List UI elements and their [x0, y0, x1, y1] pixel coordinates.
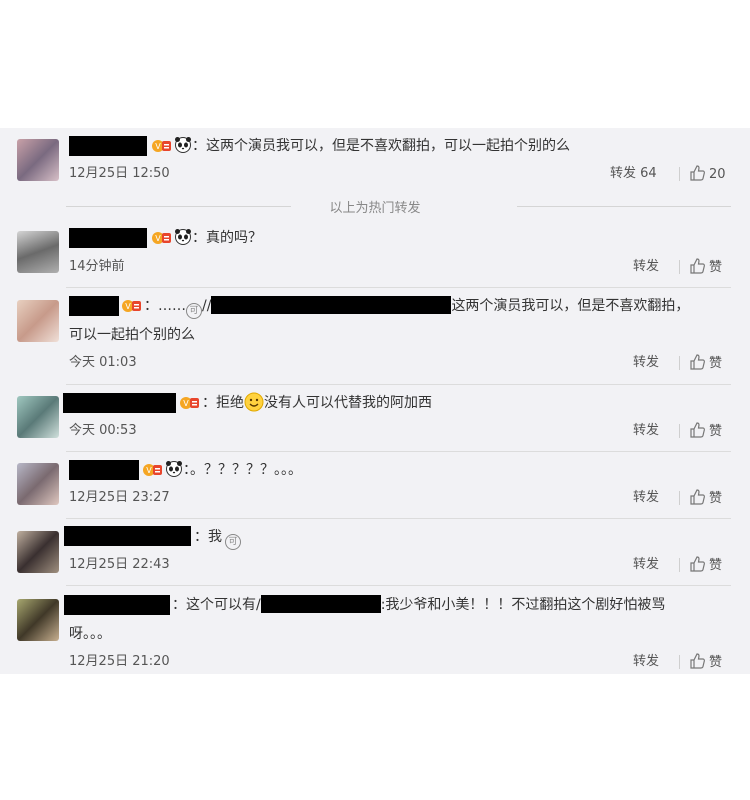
avatar[interactable]	[17, 300, 59, 342]
thumbs-up-icon	[689, 556, 705, 572]
redacted-username[interactable]	[63, 393, 176, 413]
avatar[interactable]	[17, 231, 59, 273]
timestamp[interactable]: 12月25日 21:20	[69, 653, 170, 671]
comment-text: 这两个演员我可以，但是不喜欢翻拍，	[451, 298, 690, 314]
thumbs-up-icon	[689, 354, 705, 370]
vip-badge-icon	[178, 393, 200, 411]
comment-text-continued: :我少爷和小美！！！不过翻拍这个剧好怕被骂	[380, 597, 666, 613]
like-label: 赞	[709, 260, 723, 275]
like-button[interactable]: 赞	[689, 489, 722, 508]
timestamp[interactable]: 12月25日 12:50	[69, 165, 170, 183]
avatar[interactable]	[17, 463, 59, 505]
comment-text: ：我	[194, 529, 222, 545]
like-label: 赞	[709, 655, 723, 670]
divider	[679, 491, 680, 505]
divider	[66, 518, 731, 519]
like-button[interactable]: 赞	[689, 556, 722, 575]
timestamp[interactable]: 12月25日 23:27	[69, 489, 170, 507]
redacted-username[interactable]	[69, 460, 139, 480]
vip-badge-icon	[150, 136, 172, 154]
like-button[interactable]: 赞	[689, 258, 722, 277]
avatar[interactable]	[17, 396, 59, 438]
timestamp[interactable]: 12月25日 22:43	[69, 556, 170, 574]
timestamp[interactable]: 今天 00:53	[69, 422, 137, 440]
divider	[679, 167, 680, 181]
repost-separator: //	[202, 298, 212, 314]
avatar[interactable]	[17, 599, 59, 641]
divider	[679, 356, 680, 370]
divider	[679, 558, 680, 572]
like-label: 赞	[709, 558, 723, 573]
divider	[66, 384, 731, 385]
like-button[interactable]: 赞	[689, 653, 722, 672]
vip-badge-icon	[120, 296, 142, 314]
divider	[679, 424, 680, 438]
thumbs-up-icon	[689, 653, 705, 669]
like-button[interactable]: 赞	[689, 354, 722, 373]
smile-emoji-icon	[244, 392, 264, 412]
timestamp[interactable]: 今天 01:03	[69, 354, 137, 372]
redacted-mention	[211, 296, 452, 314]
comment-text: ：这个可以有/	[172, 597, 261, 613]
thumbs-up-icon	[689, 165, 705, 181]
repost-button[interactable]: 转发	[633, 422, 659, 440]
comment-text: ：。？？？？？。。。	[183, 462, 302, 478]
repost-button[interactable]: 转发	[633, 653, 659, 671]
like-label: 赞	[709, 356, 723, 371]
divider	[679, 655, 680, 669]
like-label: 赞	[709, 424, 723, 439]
divider	[517, 206, 731, 207]
divider	[66, 451, 731, 452]
like-count: 20	[709, 167, 726, 182]
comment-text: ：真的吗？	[192, 230, 262, 246]
repost-button[interactable]: 转发 64	[610, 165, 657, 183]
comment-text-continued: 可以一起拍个别的么	[69, 327, 195, 343]
avatar[interactable]	[17, 139, 59, 181]
vip-badge-icon	[141, 460, 163, 478]
repost-circle-icon: 可	[186, 303, 202, 319]
panda-emoji-icon	[165, 460, 183, 478]
divider	[66, 585, 731, 586]
like-button[interactable]: 20	[689, 165, 726, 184]
divider	[679, 260, 680, 274]
comment-text: ：拒绝	[202, 395, 244, 411]
redacted-username[interactable]	[64, 595, 170, 615]
repost-button[interactable]: 转发	[633, 258, 659, 276]
redacted-username[interactable]	[64, 526, 191, 546]
redacted-mention	[260, 595, 381, 613]
thumbs-up-icon	[689, 258, 705, 274]
panda-emoji-icon	[174, 136, 192, 154]
panda-emoji-icon	[174, 228, 192, 246]
repost-circle-icon: 可	[225, 534, 241, 550]
timestamp[interactable]: 14分钟前	[69, 258, 125, 276]
comment-text-continued: 呀。。。	[69, 626, 111, 642]
thumbs-up-icon	[689, 489, 705, 505]
comment-text-continued: 没有人可以代替我的阿加西	[264, 395, 432, 411]
like-label: 赞	[709, 491, 723, 506]
like-button[interactable]: 赞	[689, 422, 722, 441]
redacted-username[interactable]	[69, 136, 147, 156]
divider	[66, 287, 731, 288]
repost-button[interactable]: 转发	[633, 354, 659, 372]
redacted-username[interactable]	[69, 228, 147, 248]
thumbs-up-icon	[689, 422, 705, 438]
comment-prefix: ：……	[144, 298, 186, 314]
redacted-username[interactable]	[69, 296, 119, 316]
repost-button[interactable]: 转发	[633, 556, 659, 574]
vip-badge-icon	[150, 228, 172, 246]
repost-button[interactable]: 转发	[633, 489, 659, 507]
avatar[interactable]	[17, 531, 59, 573]
comment-text: ：这两个演员我可以，但是不喜欢翻拍，可以一起拍个别的么	[192, 138, 570, 154]
